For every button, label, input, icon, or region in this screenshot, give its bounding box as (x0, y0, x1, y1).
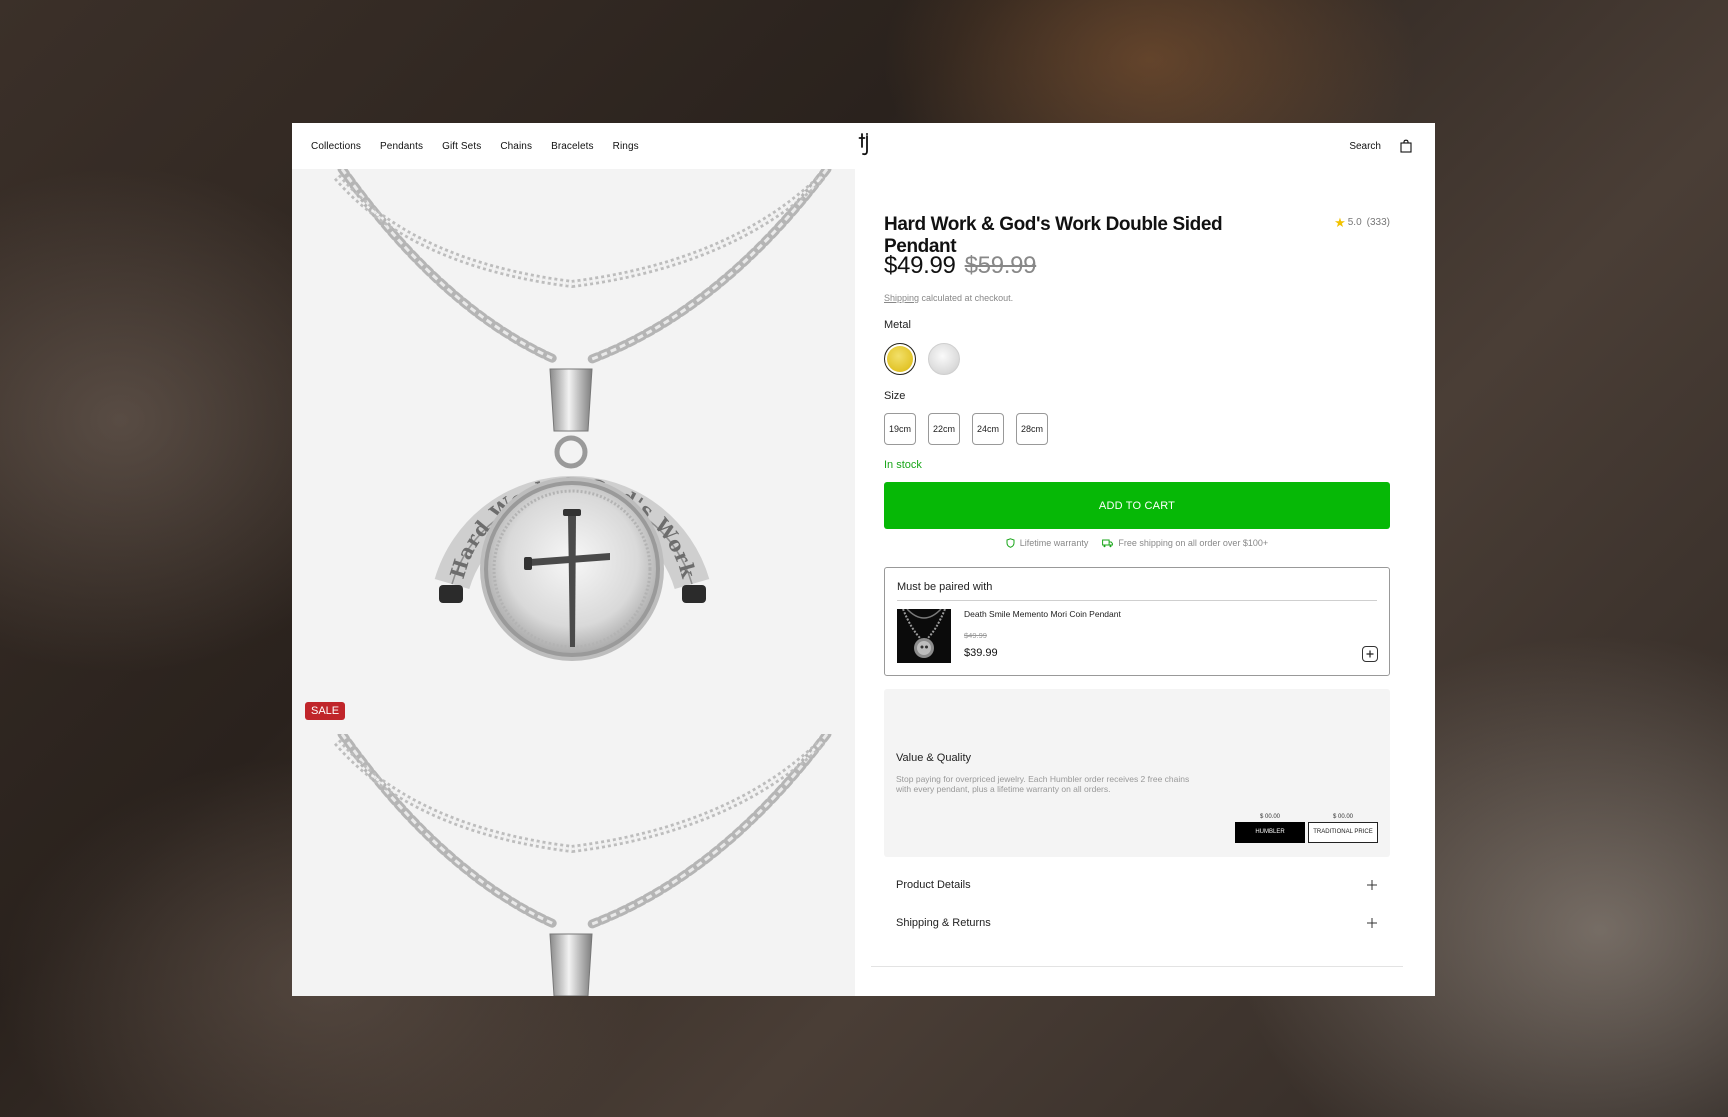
nav-link-rings[interactable]: Rings (613, 141, 639, 152)
comparison-traditional-value: $ 00.00 (1332, 814, 1354, 820)
size-option-19cm[interactable]: 19cm (884, 413, 916, 445)
accordion-shipping-returns[interactable]: Shipping & Returns (884, 904, 1390, 942)
nav-link-pendants[interactable]: Pendants (380, 141, 423, 152)
plus-icon (1366, 650, 1374, 658)
paired-product-card: Must be paired with Death Smile Memento … (884, 567, 1390, 676)
review-count: (333) (1366, 217, 1390, 228)
divider (897, 600, 1377, 601)
shield-icon (1006, 538, 1015, 548)
comparison-traditional: $ 00.00 TRADITIONAL PRICE (1308, 814, 1378, 843)
nav-link-gift-sets[interactable]: Gift Sets (442, 141, 481, 152)
rating-value: 5.0 (1347, 217, 1362, 228)
search-link[interactable]: Search (1349, 141, 1381, 152)
top-navigation: Collections Pendants Gift Sets Chains Br… (292, 123, 1435, 169)
truck-icon (1102, 539, 1114, 547)
perk-shipping-label: Free shipping on all order over $100+ (1118, 538, 1269, 548)
comparison-humbler-label: HUMBLER (1235, 822, 1305, 843)
current-price: $49.99 (884, 252, 956, 279)
metal-options (884, 343, 960, 375)
comparison-humbler-value: $ 00.00 (1259, 814, 1281, 820)
sale-badge: SALE (305, 702, 346, 720)
product-image-back[interactable] (292, 734, 855, 996)
paired-title: Must be paired with (897, 581, 993, 593)
divider (871, 966, 1403, 967)
nav-link-collections[interactable]: Collections (311, 141, 361, 152)
perk-shipping: Free shipping on all order over $100+ (1102, 538, 1268, 548)
accordion-product-details-label: Product Details (896, 879, 971, 891)
add-to-cart-button[interactable]: ADD TO CART (884, 482, 1390, 529)
metal-label: Metal (884, 319, 911, 331)
value-quality-card: Value & Quality Stop paying for overpric… (884, 689, 1390, 857)
metal-swatch-gold[interactable] (884, 343, 916, 375)
stock-status: In stock (884, 459, 922, 471)
size-options: 19cm 22cm 24cm 28cm (884, 413, 1048, 445)
size-option-24cm[interactable]: 24cm (972, 413, 1004, 445)
product-info-panel: Hard Work & God's Work Double Sided Pend… (855, 169, 1435, 996)
product-gallery: Hard Work & God's Work (292, 169, 855, 996)
comparison-humbler: $ 00.00 HUMBLER (1235, 814, 1305, 843)
perks-row: Lifetime warranty Free shipping on all o… (884, 538, 1390, 548)
price-comparison: $ 00.00 HUMBLER $ 00.00 TRADITIONAL PRIC… (1235, 814, 1378, 843)
paired-product-price: $39.99 (964, 647, 998, 659)
main-nav: Collections Pendants Gift Sets Chains Br… (311, 141, 639, 152)
accordion-shipping-returns-label: Shipping & Returns (896, 917, 991, 929)
product-rating[interactable]: ★ 5.0 (333) (1334, 216, 1390, 229)
paired-product-name[interactable]: Death Smile Memento Mori Coin Pendant (964, 609, 1121, 619)
value-quality-title: Value & Quality (896, 752, 972, 764)
shopping-bag-icon[interactable] (1399, 139, 1413, 153)
plus-icon (1366, 917, 1378, 929)
price-block: $49.99 $59.99 (884, 252, 1037, 280)
comparison-traditional-label: TRADITIONAL PRICE (1308, 822, 1378, 843)
accordion-product-details[interactable]: Product Details (884, 866, 1390, 904)
product-image-front[interactable]: Hard Work & God's Work (292, 169, 855, 734)
perk-warranty: Lifetime warranty (1006, 538, 1089, 548)
size-option-28cm[interactable]: 28cm (1016, 413, 1048, 445)
shipping-note: Shipping calculated at checkout. (884, 293, 1013, 303)
shipping-note-text: calculated at checkout. (919, 293, 1014, 303)
nav-link-bracelets[interactable]: Bracelets (551, 141, 594, 152)
perk-warranty-label: Lifetime warranty (1019, 538, 1089, 548)
browser-window: Collections Pendants Gift Sets Chains Br… (292, 123, 1435, 996)
value-quality-text: Stop paying for overpriced jewelry. Each… (896, 774, 1190, 794)
shipping-link[interactable]: Shipping (884, 293, 919, 303)
size-option-22cm[interactable]: 22cm (928, 413, 960, 445)
paired-product-old-price: $49.99 (964, 631, 987, 640)
star-icon: ★ (1334, 215, 1346, 230)
header-actions: Search (1349, 123, 1413, 169)
brand-logo-icon[interactable] (857, 131, 873, 157)
nav-link-chains[interactable]: Chains (500, 141, 532, 152)
plus-icon (1366, 879, 1378, 891)
add-paired-product-button[interactable] (1362, 646, 1378, 662)
size-label: Size (884, 390, 906, 402)
paired-product-thumbnail[interactable] (897, 609, 951, 663)
metal-swatch-silver[interactable] (928, 343, 960, 375)
compare-at-price: $59.99 (964, 252, 1037, 279)
